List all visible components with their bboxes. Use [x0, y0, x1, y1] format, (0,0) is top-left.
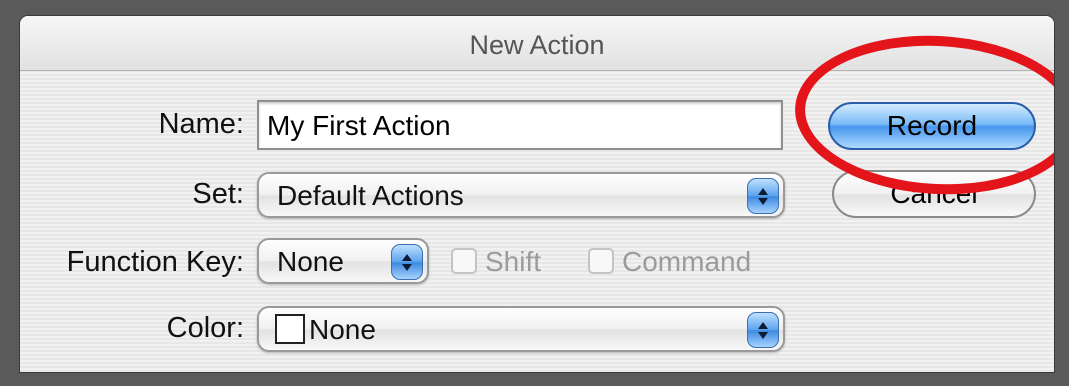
- cancel-button[interactable]: Cancel: [832, 170, 1036, 218]
- name-field[interactable]: My First Action: [257, 100, 783, 150]
- command-checkbox[interactable]: [588, 248, 614, 274]
- color-popup[interactable]: None: [257, 306, 785, 352]
- window-title: New Action: [469, 30, 605, 60]
- color-popup-value: None: [309, 314, 376, 345]
- new-action-dialog: New Action Name: My First Action Set: De…: [20, 16, 1054, 372]
- shift-label[interactable]: Shift: [485, 246, 541, 278]
- record-button[interactable]: Record: [828, 102, 1036, 150]
- function-key-popup[interactable]: None: [257, 238, 429, 284]
- updown-arrows-icon: [391, 244, 423, 280]
- updown-arrows-icon: [747, 312, 779, 348]
- set-popup[interactable]: Default Actions: [257, 172, 785, 218]
- function-key-label: Function Key:: [66, 246, 244, 278]
- updown-arrows-icon: [747, 178, 779, 214]
- titlebar[interactable]: New Action: [20, 16, 1054, 71]
- set-popup-value: Default Actions: [277, 180, 464, 211]
- function-key-popup-value: None: [277, 246, 344, 277]
- set-label: Set:: [192, 178, 244, 210]
- color-swatch-icon: [275, 314, 305, 344]
- command-label[interactable]: Command: [622, 246, 751, 278]
- name-label: Name:: [158, 108, 244, 140]
- shift-checkbox[interactable]: [451, 248, 477, 274]
- color-label: Color:: [166, 312, 244, 344]
